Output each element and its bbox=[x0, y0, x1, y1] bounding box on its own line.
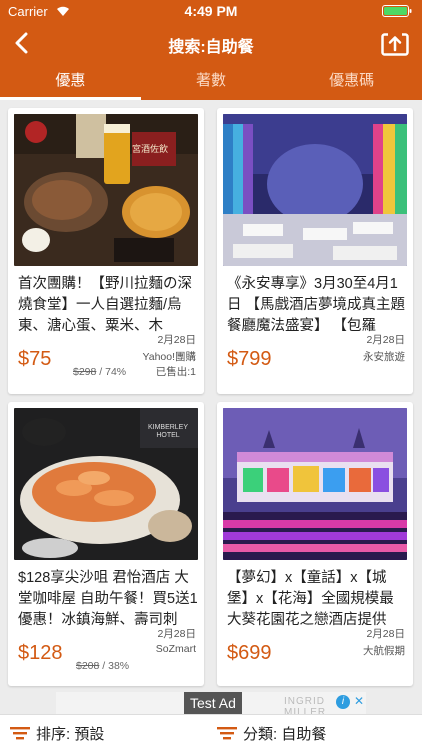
deal-price: $699 bbox=[227, 642, 272, 664]
share-icon[interactable] bbox=[380, 28, 410, 58]
deal-vendor: SoZmart bbox=[155, 643, 196, 655]
deal-card[interactable]: 【夢幻】x【童話】x【城堡】x【花海】全國規模最大葵花園花之戀酒店提供 2月28… bbox=[217, 402, 413, 686]
info-icon[interactable]: i bbox=[336, 695, 350, 709]
category-label: 分類: 自助餐 bbox=[243, 725, 327, 743]
original-price-value: $298 bbox=[73, 366, 97, 378]
close-icon[interactable]: ✕ bbox=[354, 694, 364, 708]
battery-icon bbox=[382, 5, 412, 17]
ad-banner[interactable]: Test Ad INGRID MILLER i ✕ bbox=[56, 692, 366, 718]
deal-original-price: $298 / 74% bbox=[73, 366, 126, 378]
deal-date: 2月28日 bbox=[157, 628, 196, 640]
discount-value: / 38% bbox=[102, 660, 130, 672]
deal-card[interactable]: KIMBERLEY HOTEL $128享尖沙咀 君怡酒店 大堂咖啡屋 自助午餐… bbox=[8, 402, 204, 686]
navigation-bar: 搜索:自助餐 bbox=[0, 22, 422, 64]
sort-label: 排序: 預設 bbox=[36, 725, 105, 743]
deal-price: $799 bbox=[227, 348, 272, 370]
deal-image-circus-hall bbox=[223, 114, 407, 266]
tab-offers[interactable]: 著數 bbox=[141, 64, 282, 100]
filter-icon bbox=[217, 727, 237, 740]
bottom-bar: 排序: 預設 分類: 自助餐 bbox=[0, 714, 422, 750]
tab-bar: 優惠 著數 優惠碼 bbox=[0, 64, 422, 100]
category-button[interactable]: 分類: 自助餐 bbox=[217, 721, 326, 745]
sort-icon bbox=[10, 727, 30, 740]
deal-title: $128享尖沙咀 君怡酒店 大堂咖啡屋 自助午餐！買5送1優惠！冰鎮海鮮、壽司刺 bbox=[18, 570, 198, 628]
deal-price: $75 bbox=[18, 348, 52, 370]
page-title: 搜索:自助餐 bbox=[168, 39, 254, 56]
deal-title: 首次團購！【野川拉麵の深燒食堂】一人自選拉麵/烏東、溏心蛋、粟米、木 bbox=[18, 276, 192, 334]
tab-promo-codes[interactable]: 優惠碼 bbox=[281, 64, 422, 100]
deal-card[interactable]: 宮酒佐飲 首次團購！【野川拉麵の深燒食堂】一人自選拉麵/烏東、溏心蛋、粟米、木 … bbox=[8, 108, 204, 394]
deal-price: $128 bbox=[18, 642, 63, 664]
sort-button[interactable]: 排序: 預設 bbox=[10, 721, 104, 745]
deal-card[interactable]: 《永安專享》3月30至4月1日 【馬戲酒店夢境成真主題餐廳魔法盛宴】 【包羅 2… bbox=[217, 108, 413, 394]
deal-date: 2月28日 bbox=[366, 628, 405, 640]
deals-grid: 宮酒佐飲 首次團購！【野川拉麵の深燒食堂】一人自選拉麵/烏東、溏心蛋、粟米、木 … bbox=[0, 100, 422, 692]
original-price-value: $208 bbox=[76, 660, 100, 672]
deal-date: 2月28日 bbox=[157, 334, 196, 346]
deal-vendor: 大航假期 bbox=[363, 645, 405, 657]
deal-title: 《永安專享》3月30至4月1日 【馬戲酒店夢境成真主題餐廳魔法盛宴】 【包羅 bbox=[227, 276, 406, 334]
back-button[interactable] bbox=[6, 26, 36, 60]
deal-image-ramen bbox=[14, 114, 198, 266]
image-caption: 宮酒佐飲 bbox=[132, 144, 169, 154]
deal-original-price: $208 / 38% bbox=[76, 660, 129, 672]
deal-sold-count: 已售出:1 bbox=[155, 366, 196, 378]
deal-vendor: Yahoo!團購 bbox=[142, 351, 197, 363]
deal-image-castle bbox=[223, 408, 407, 560]
discount-value: / 74% bbox=[99, 366, 127, 378]
status-bar: Carrier 4:49 PM bbox=[0, 0, 422, 22]
status-time: 4:49 PM bbox=[184, 3, 238, 19]
tab-deals[interactable]: 優惠 bbox=[0, 64, 141, 100]
chevron-left-icon bbox=[15, 32, 28, 54]
header: Carrier 4:49 PM 搜索:自助餐 優惠 著數 優惠碼 bbox=[0, 0, 422, 100]
ad-label: Test Ad bbox=[184, 692, 242, 714]
deal-vendor: 永安旅遊 bbox=[363, 351, 405, 363]
deal-date: 2月28日 bbox=[366, 334, 405, 346]
image-caption: KIMBERLEY HOTEL bbox=[147, 424, 189, 439]
deal-title: 【夢幻】x【童話】x【城堡】x【花海】全國規模最大葵花園花之戀酒店提供 bbox=[227, 570, 394, 628]
